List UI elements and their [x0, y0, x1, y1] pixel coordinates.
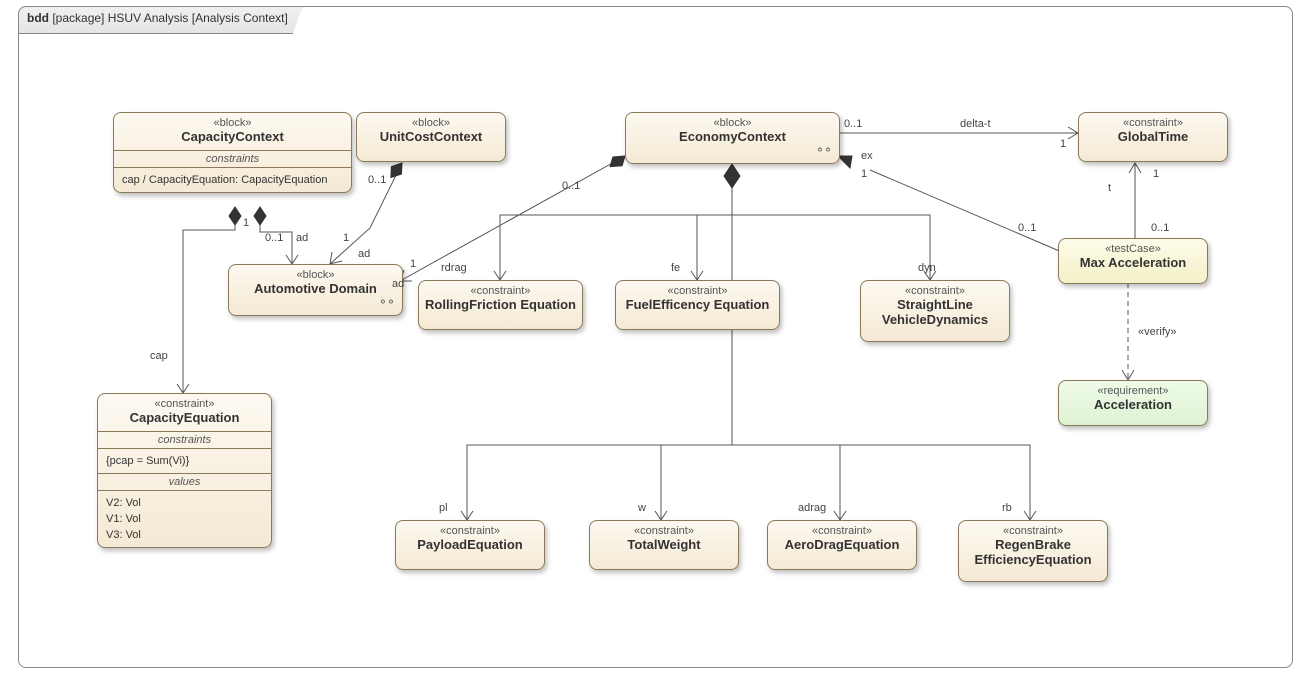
section-title-constraints: constraints: [98, 432, 271, 448]
constraint-fuel-efficiency[interactable]: «constraint» FuelEfficency Equation: [615, 280, 780, 330]
stereotype-label: «testCase»: [1065, 243, 1201, 255]
mult-label: 1: [1153, 168, 1159, 180]
constraint-line: cap / CapacityEquation: CapacityEquation: [114, 168, 351, 192]
mult-label: 0..1: [562, 180, 580, 192]
block-name: FuelEfficency Equation: [622, 297, 773, 312]
section-title: constraints: [114, 151, 351, 167]
mult-label: 1: [861, 168, 867, 180]
block-name-line1: StraightLine: [867, 297, 1003, 312]
block-name: Acceleration: [1065, 397, 1201, 412]
role-label-w: w: [638, 502, 646, 514]
stereotype-label-verify: «verify»: [1138, 326, 1177, 338]
mult-label: 0..1: [368, 174, 386, 186]
role-label-rb: rb: [1002, 502, 1012, 514]
mult-label: 0..1: [1151, 222, 1169, 234]
block-unit-cost-context[interactable]: «block» UnitCostContext: [356, 112, 506, 162]
constraint-payload-equation[interactable]: «constraint» PayloadEquation: [395, 520, 545, 570]
constraint-global-time[interactable]: «constraint» GlobalTime: [1078, 112, 1228, 162]
stereotype-label: «requirement»: [1065, 385, 1201, 397]
block-automotive-domain[interactable]: «block» Automotive Domain ⚬⚬: [228, 264, 403, 316]
block-name: GlobalTime: [1085, 129, 1221, 144]
role-label-ad: ad: [296, 232, 308, 244]
diagram-canvas: bdd [package] HSUV Analysis [Analysis Co…: [0, 0, 1311, 682]
block-name: CapacityContext: [120, 129, 345, 144]
stereotype-label: «constraint»: [774, 525, 910, 537]
role-label-rdrag: rdrag: [441, 262, 467, 274]
role-label-fe: fe: [671, 262, 680, 274]
mult-label: 1: [343, 232, 349, 244]
glasses-icon: ⚬⚬: [378, 295, 394, 309]
mult-label: 0..1: [265, 232, 283, 244]
stereotype-label: «block»: [363, 117, 499, 129]
stereotype-label: «constraint»: [1085, 117, 1221, 129]
mult-label: 0..1: [1018, 222, 1036, 234]
role-label-pl: pl: [439, 502, 448, 514]
block-name: Max Acceleration: [1065, 255, 1201, 270]
stereotype-label: «constraint»: [622, 285, 773, 297]
value-line: V1: Vol: [106, 511, 263, 527]
stereotype-label: «constraint»: [965, 525, 1101, 537]
constraint-aero-drag[interactable]: «constraint» AeroDragEquation: [767, 520, 917, 570]
glasses-icon: ⚬⚬: [815, 143, 831, 157]
value-line: V2: Vol: [106, 495, 263, 511]
block-name-line2: EfficiencyEquation: [965, 552, 1101, 567]
block-name: AeroDragEquation: [774, 537, 910, 552]
mult-label: 1: [410, 258, 416, 270]
stereotype-label: «constraint»: [867, 285, 1003, 297]
block-capacity-context[interactable]: «block» CapacityContext constraints cap …: [113, 112, 352, 193]
value-line: V3: Vol: [106, 527, 263, 543]
constraint-capacity-equation[interactable]: «constraint» CapacityEquation constraint…: [97, 393, 272, 548]
frame-kind: bdd: [27, 11, 49, 25]
role-label-delta-t: delta-t: [960, 118, 991, 130]
mult-label: 1: [243, 217, 249, 229]
block-name: PayloadEquation: [402, 537, 538, 552]
frame-suffix: [Analysis Context]: [192, 11, 288, 25]
constraint-rolling-friction[interactable]: «constraint» RollingFriction Equation: [418, 280, 583, 330]
role-label-ad: ad: [358, 248, 370, 260]
block-name-line2: VehicleDynamics: [867, 312, 1003, 327]
block-economy-context[interactable]: «block» EconomyContext ⚬⚬: [625, 112, 840, 164]
stereotype-label: «constraint»: [104, 398, 265, 410]
block-name: Automotive Domain: [235, 281, 396, 296]
stereotype-label: «block»: [632, 117, 833, 129]
role-label-cap: cap: [150, 350, 168, 362]
constraint-total-weight[interactable]: «constraint» TotalWeight: [589, 520, 739, 570]
requirement-acceleration[interactable]: «requirement» Acceleration: [1058, 380, 1208, 426]
role-label-adrag: adrag: [798, 502, 826, 514]
block-name: TotalWeight: [596, 537, 732, 552]
role-label-ad: ad: [392, 278, 404, 290]
section-title-values: values: [98, 474, 271, 490]
role-label-ex: ex: [861, 150, 873, 162]
constraint-regen-brake[interactable]: «constraint» RegenBrake EfficiencyEquati…: [958, 520, 1108, 582]
role-label-dyn: dyn: [918, 262, 936, 274]
role-label-t: t: [1108, 182, 1111, 194]
frame-title: HSUV Analysis: [108, 11, 189, 25]
mult-label: 0..1: [844, 118, 862, 130]
stereotype-label: «block»: [235, 269, 396, 281]
block-name: EconomyContext: [632, 129, 833, 144]
block-name-line1: RegenBrake: [965, 537, 1101, 552]
block-name: UnitCostContext: [363, 129, 499, 144]
constraint-expression: {pcap = Sum(Vi)}: [98, 449, 271, 473]
stereotype-label: «block»: [120, 117, 345, 129]
frame-type: [package]: [52, 11, 104, 25]
stereotype-label: «constraint»: [402, 525, 538, 537]
constraint-straightline-dynamics[interactable]: «constraint» StraightLine VehicleDynamic…: [860, 280, 1010, 342]
stereotype-label: «constraint»: [596, 525, 732, 537]
stereotype-label: «constraint»: [425, 285, 576, 297]
block-name: CapacityEquation: [104, 410, 265, 425]
testcase-max-acceleration[interactable]: «testCase» Max Acceleration: [1058, 238, 1208, 284]
block-name: RollingFriction Equation: [425, 297, 576, 312]
diagram-frame-label: bdd [package] HSUV Analysis [Analysis Co…: [18, 6, 303, 34]
mult-label: 1: [1060, 138, 1066, 150]
